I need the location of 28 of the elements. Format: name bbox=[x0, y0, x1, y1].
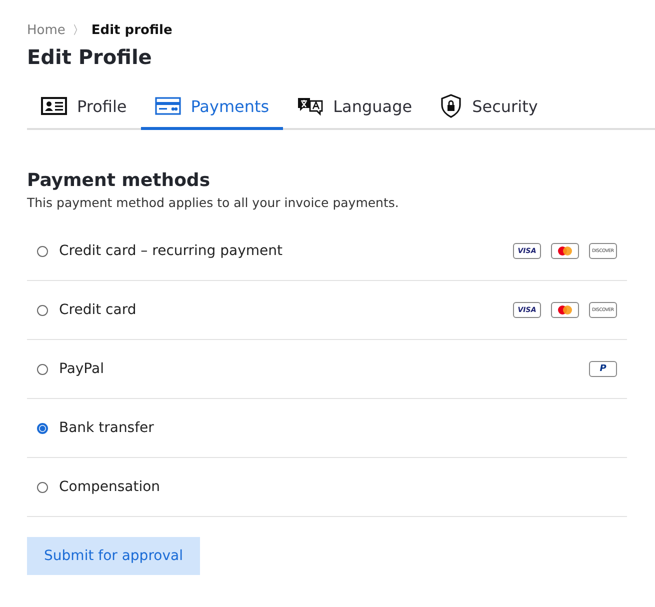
page-title: Edit Profile bbox=[27, 45, 153, 69]
radio-button[interactable] bbox=[37, 422, 48, 434]
credit-card-icon bbox=[154, 97, 181, 115]
radio-button[interactable] bbox=[37, 246, 48, 256]
translate-icon bbox=[297, 96, 324, 116]
radio-button[interactable] bbox=[37, 482, 48, 492]
mastercard-logo bbox=[551, 243, 579, 259]
mastercard-logo bbox=[551, 302, 579, 318]
shield-lock-icon bbox=[440, 94, 462, 118]
payment-method-label[interactable]: Credit card – recurring payment bbox=[59, 243, 282, 259]
tab[interactable]: Language bbox=[283, 88, 426, 130]
id-card-icon bbox=[41, 97, 67, 115]
section-heading: Payment methods bbox=[27, 170, 212, 191]
breadcrumb-separator: 〉 bbox=[72, 22, 84, 39]
payment-method-label[interactable]: Compensation bbox=[59, 479, 160, 495]
payment-method-label[interactable]: PayPal bbox=[59, 361, 104, 377]
payment-method-label[interactable]: Credit card bbox=[59, 302, 136, 318]
tab[interactable]: Payments bbox=[140, 88, 284, 130]
radio-button[interactable] bbox=[37, 364, 48, 374]
breadcrumb-link[interactable]: Home bbox=[27, 23, 66, 38]
tab[interactable]: Security bbox=[426, 88, 552, 130]
submit-button[interactable]: Submit for approval bbox=[27, 537, 200, 575]
paypal-logo: P bbox=[589, 361, 617, 377]
tab[interactable]: Profile bbox=[27, 88, 141, 130]
section-description: This payment method applies to all your invoice payments. bbox=[27, 195, 400, 210]
breadcrumb-link[interactable]: Edit profile bbox=[91, 23, 172, 38]
payment-method-label[interactable]: Bank transfer bbox=[59, 420, 154, 436]
radio-button[interactable] bbox=[37, 304, 48, 316]
